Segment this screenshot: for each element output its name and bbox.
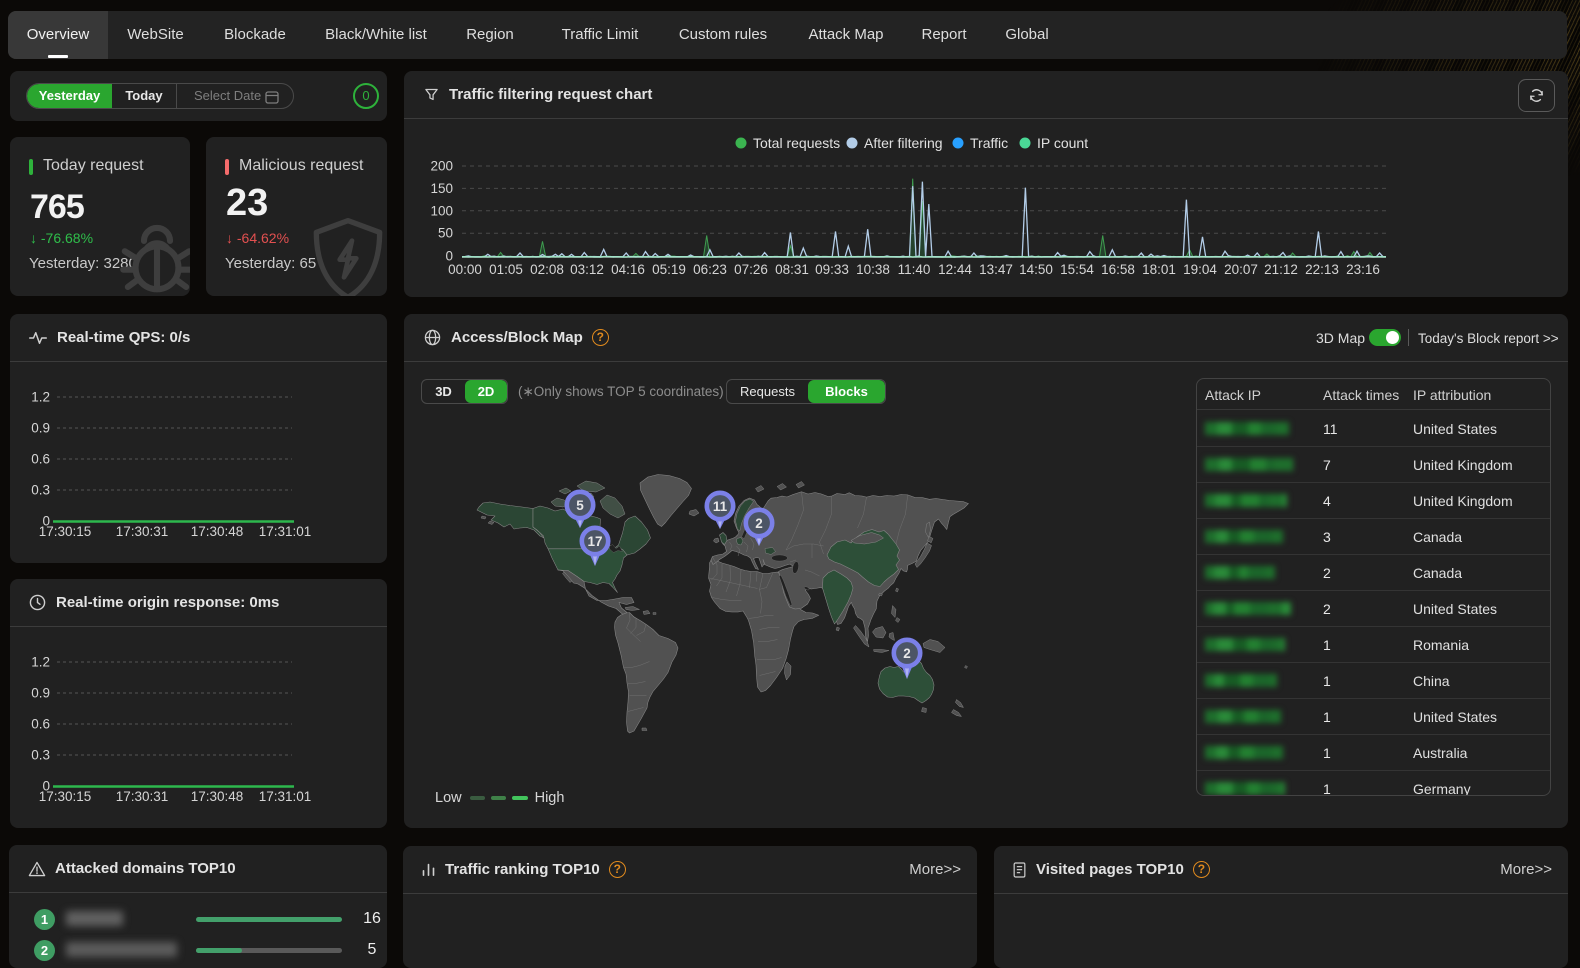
svg-text:16:58: 16:58 <box>1101 262 1135 277</box>
svg-text:1.2: 1.2 <box>31 390 50 405</box>
svg-text:17:31:01: 17:31:01 <box>259 524 312 539</box>
svg-text:IP count: IP count <box>1037 135 1088 151</box>
svg-text:5: 5 <box>576 498 584 513</box>
svg-text:22:13: 22:13 <box>1305 262 1339 277</box>
svg-text:150: 150 <box>430 181 453 196</box>
svg-text:18:01: 18:01 <box>1142 262 1176 277</box>
svg-text:0.3: 0.3 <box>31 748 50 763</box>
svg-text:17:30:31: 17:30:31 <box>116 524 169 539</box>
svg-text:08:31: 08:31 <box>775 262 809 277</box>
svg-text:After filtering: After filtering <box>864 135 943 151</box>
svg-text:2: 2 <box>755 516 763 531</box>
svg-text:10:38: 10:38 <box>856 262 890 277</box>
svg-text:Total requests: Total requests <box>753 135 840 151</box>
svg-text:17:30:31: 17:30:31 <box>116 789 169 804</box>
svg-text:07:26: 07:26 <box>734 262 768 277</box>
svg-text:01:05: 01:05 <box>489 262 523 277</box>
svg-text:12:44: 12:44 <box>938 262 972 277</box>
svg-text:02:08: 02:08 <box>530 262 564 277</box>
svg-text:0.3: 0.3 <box>31 483 50 498</box>
svg-text:17:30:48: 17:30:48 <box>191 524 244 539</box>
svg-text:20:07: 20:07 <box>1224 262 1258 277</box>
svg-text:09:33: 09:33 <box>815 262 849 277</box>
svg-text:1.2: 1.2 <box>31 655 50 670</box>
svg-text:15:54: 15:54 <box>1060 262 1094 277</box>
svg-text:21:12: 21:12 <box>1264 262 1298 277</box>
svg-text:0.6: 0.6 <box>31 717 50 732</box>
svg-text:Traffic: Traffic <box>970 135 1008 151</box>
svg-text:0.9: 0.9 <box>31 686 50 701</box>
svg-text:06:23: 06:23 <box>693 262 727 277</box>
svg-text:200: 200 <box>430 159 453 174</box>
svg-text:100: 100 <box>430 203 453 218</box>
svg-text:17:30:15: 17:30:15 <box>39 789 92 804</box>
svg-text:17: 17 <box>587 534 602 549</box>
svg-text:17:31:01: 17:31:01 <box>259 789 312 804</box>
svg-text:17:30:48: 17:30:48 <box>191 789 244 804</box>
svg-text:17:30:15: 17:30:15 <box>39 524 92 539</box>
svg-text:11:40: 11:40 <box>898 262 931 277</box>
svg-text:04:16: 04:16 <box>611 262 645 277</box>
svg-text:13:47: 13:47 <box>979 262 1013 277</box>
svg-text:19:04: 19:04 <box>1183 262 1217 277</box>
svg-text:03:12: 03:12 <box>570 262 604 277</box>
svg-text:00:00: 00:00 <box>448 262 482 277</box>
svg-text:05:19: 05:19 <box>652 262 686 277</box>
svg-text:23:16: 23:16 <box>1346 262 1380 277</box>
svg-text:50: 50 <box>438 226 453 241</box>
svg-text:11: 11 <box>713 499 728 514</box>
svg-text:2: 2 <box>903 646 911 661</box>
svg-text:0.9: 0.9 <box>31 421 50 436</box>
svg-text:0.6: 0.6 <box>31 452 50 467</box>
svg-text:14:50: 14:50 <box>1019 262 1053 277</box>
